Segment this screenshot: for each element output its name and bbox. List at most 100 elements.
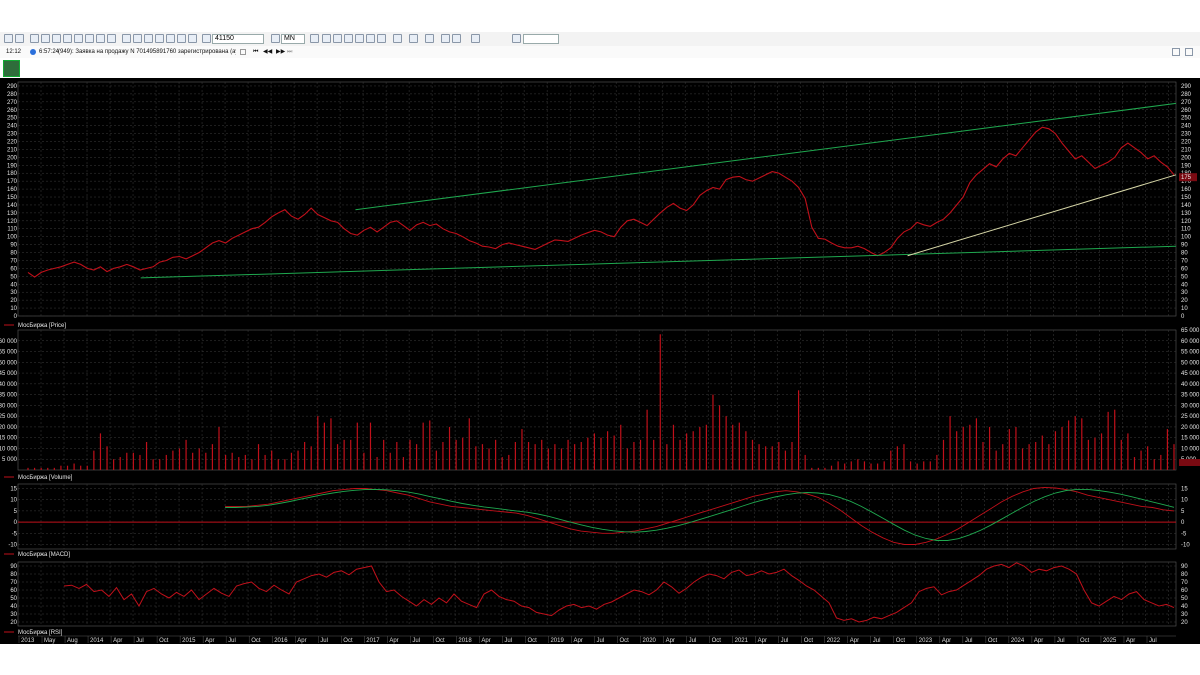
y-tick-right-volume: 25 000 — [1181, 414, 1200, 420]
volume-bar — [501, 457, 503, 470]
target-icon[interactable] — [333, 34, 342, 43]
portfolio-icon[interactable] — [96, 34, 105, 43]
quotes-icon[interactable] — [63, 34, 72, 43]
volume-bar — [765, 446, 767, 470]
volume-bar — [1008, 429, 1010, 470]
hand-icon[interactable] — [155, 34, 164, 43]
volume-bar — [988, 426, 991, 470]
text-annotation-icon[interactable] — [409, 34, 418, 43]
time-axis-label: Apr — [389, 638, 398, 644]
volume-bar — [1166, 429, 1169, 470]
add-chart-icon[interactable] — [30, 34, 39, 43]
y-tick-left-price: 240 — [7, 124, 18, 130]
scissors-icon[interactable] — [144, 34, 153, 43]
indicators-icon[interactable] — [452, 34, 461, 43]
y-tick-left-price: 100 — [7, 235, 18, 241]
zoom-icon[interactable] — [344, 34, 353, 43]
search-input[interactable] — [523, 34, 559, 44]
y-tick-right-price: 200 — [1181, 155, 1192, 161]
volume-bar — [224, 454, 227, 470]
news-icon[interactable] — [107, 34, 116, 43]
volume-bar — [1147, 446, 1149, 470]
next-message-icon[interactable]: ▶▶ — [276, 46, 285, 58]
last-volume-marker — [1179, 459, 1200, 466]
volume-bar — [93, 450, 95, 470]
text-tool-icon[interactable] — [133, 34, 142, 43]
paste-icon[interactable] — [188, 34, 197, 43]
y-tick-right-rsi: 70 — [1181, 580, 1188, 586]
volume-bar — [343, 439, 345, 470]
fill-tool-icon[interactable] — [441, 34, 450, 43]
y-tick-right-macd: -5 — [1181, 531, 1187, 537]
table-icon[interactable] — [41, 34, 50, 43]
volume-bar — [982, 442, 984, 470]
y-tick-right-volume: 10 000 — [1181, 446, 1200, 452]
clock-time: 12:12 — [6, 49, 22, 55]
message-settings-icon[interactable] — [1185, 48, 1193, 56]
instrument-icon[interactable] — [202, 34, 211, 43]
window-icon[interactable] — [52, 34, 61, 43]
link-icon[interactable] — [166, 34, 175, 43]
trades-icon[interactable] — [85, 34, 94, 43]
last-message-icon[interactable]: ⏭ — [287, 46, 292, 58]
y-tick-left-volume: 25 000 — [0, 414, 18, 420]
eraser-icon[interactable] — [377, 34, 386, 43]
volume-bar — [936, 454, 938, 470]
y-tick-left-price: 80 — [10, 251, 17, 257]
y-tick-right-price: 110 — [1181, 227, 1191, 233]
grid-icon[interactable] — [15, 34, 24, 43]
y-tick-right-macd: 5 — [1181, 509, 1185, 515]
volume-bar — [560, 448, 563, 470]
volume-bar — [909, 461, 912, 470]
period-select[interactable]: MN — [281, 34, 305, 44]
volume-bar — [277, 459, 279, 470]
y-tick-right-price: 50 — [1181, 274, 1188, 280]
volume-bar — [369, 422, 372, 470]
settings-icon[interactable] — [122, 34, 131, 43]
hand-tool-icon[interactable] — [366, 34, 375, 43]
line-tool-icon[interactable] — [393, 34, 402, 43]
volume-bar — [106, 446, 108, 470]
volume-bar — [1061, 426, 1063, 470]
trendline-1 — [140, 245, 1177, 279]
chart-area[interactable]: 0 0 10 10 20 20 30 30 40 40 50 50 60 60 70 70 80 80 90 90 10… — [0, 78, 1200, 644]
volume-bar — [185, 439, 187, 470]
volume-bar — [653, 439, 655, 470]
ticker-code-field[interactable]: 41150 — [212, 34, 264, 44]
close-message-icon[interactable] — [240, 49, 246, 55]
volume-bar — [238, 457, 240, 470]
volume-bar — [521, 429, 523, 470]
y-tick-right-price: 20 — [1181, 298, 1188, 304]
volume-bar — [211, 444, 214, 470]
chart-toolbar: 41150 MN — [0, 32, 1200, 47]
volume-bar — [837, 461, 839, 470]
prev-message-icon[interactable]: ◀◀ — [263, 46, 272, 58]
volume-bar — [1153, 459, 1155, 470]
magnet-icon[interactable] — [471, 34, 480, 43]
volume-bar — [778, 442, 780, 470]
y-tick-right-rsi: 80 — [1181, 572, 1188, 578]
y-tick-left-rsi: 30 — [10, 612, 17, 618]
y-tick-right-price: 30 — [1181, 290, 1188, 296]
y-tick-left-volume: 60 000 — [0, 339, 18, 345]
crosshair-icon[interactable] — [310, 34, 319, 43]
chart-svg[interactable]: 0010102020303040405050606070708080909010… — [0, 78, 1200, 644]
volume-bar — [672, 424, 675, 470]
message-window-icon[interactable] — [1172, 48, 1180, 56]
y-tick-left-price: 120 — [7, 219, 18, 225]
volume-bar — [350, 439, 352, 470]
chart-type-icon[interactable] — [271, 34, 280, 43]
volume-bar — [53, 467, 55, 470]
back-arrow-icon[interactable] — [4, 34, 13, 43]
copy-icon[interactable] — [177, 34, 186, 43]
y-tick-left-price: 250 — [7, 116, 18, 122]
y-tick-left-price: 60 — [10, 266, 17, 272]
pencil-icon[interactable] — [355, 34, 364, 43]
first-message-icon[interactable]: ⏮ — [253, 46, 258, 58]
orders-icon[interactable] — [74, 34, 83, 43]
search-icon[interactable] — [512, 34, 521, 43]
volume-bar — [659, 334, 661, 470]
move-icon[interactable] — [322, 34, 331, 43]
arrow-tool-icon[interactable] — [425, 34, 434, 43]
volume-bar — [1054, 431, 1057, 470]
